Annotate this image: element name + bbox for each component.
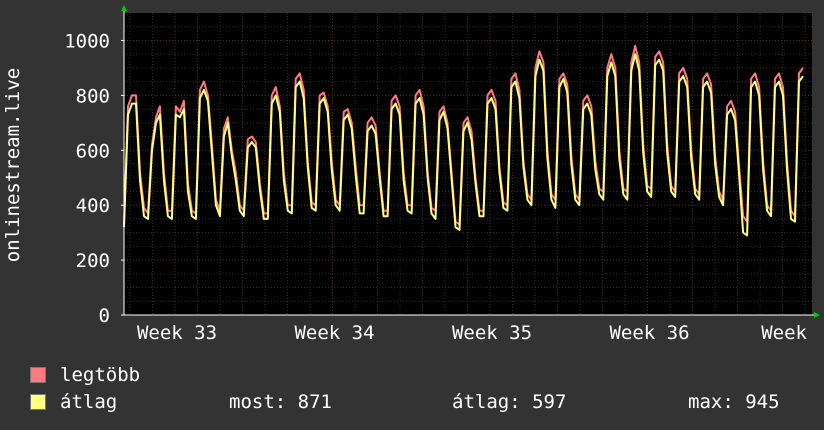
x-axis-arrow <box>814 312 820 318</box>
x-tick-label: Week 34 <box>294 322 374 344</box>
legend-swatch-max <box>30 367 46 383</box>
y-tick-label: 400 <box>76 195 110 217</box>
y-axis-arrow <box>121 5 127 11</box>
x-tick-label: Week 36 <box>609 322 689 344</box>
y-tick-label: 600 <box>76 140 110 162</box>
legend-swatch-avg <box>30 394 46 410</box>
y-tick-labels: 0 200 400 600 800 1000 <box>64 30 110 327</box>
stat-now: most: 871 <box>229 391 332 413</box>
x-tick-label: Week <box>761 322 807 344</box>
x-tick-label: Week 35 <box>452 322 532 344</box>
x-tick-label: Week 33 <box>137 322 217 344</box>
legend-label-max: legtöbb <box>60 364 141 386</box>
y-tick-label: 800 <box>76 85 110 107</box>
legend-label-avg: átlag <box>60 391 118 413</box>
stat-average: átlag: 597 <box>452 391 567 413</box>
legend-item-max: legtöbb <box>30 364 140 386</box>
y-tick-label: 0 <box>99 305 110 327</box>
x-tick-labels: Week 33 Week 34 Week 35 Week 36 Week <box>137 322 808 344</box>
legend-item-avg: átlag <box>30 391 117 413</box>
y-tick-label: 200 <box>76 250 110 272</box>
grid-lines <box>124 13 812 316</box>
y-axis-label: onlinestream.live <box>2 68 24 262</box>
y-tick-label: 1000 <box>64 30 110 52</box>
stat-maximum: max: 945 <box>688 391 780 413</box>
chart: 02004006008001000 Week 33 Week 34 Week 35 W… <box>2 5 820 344</box>
